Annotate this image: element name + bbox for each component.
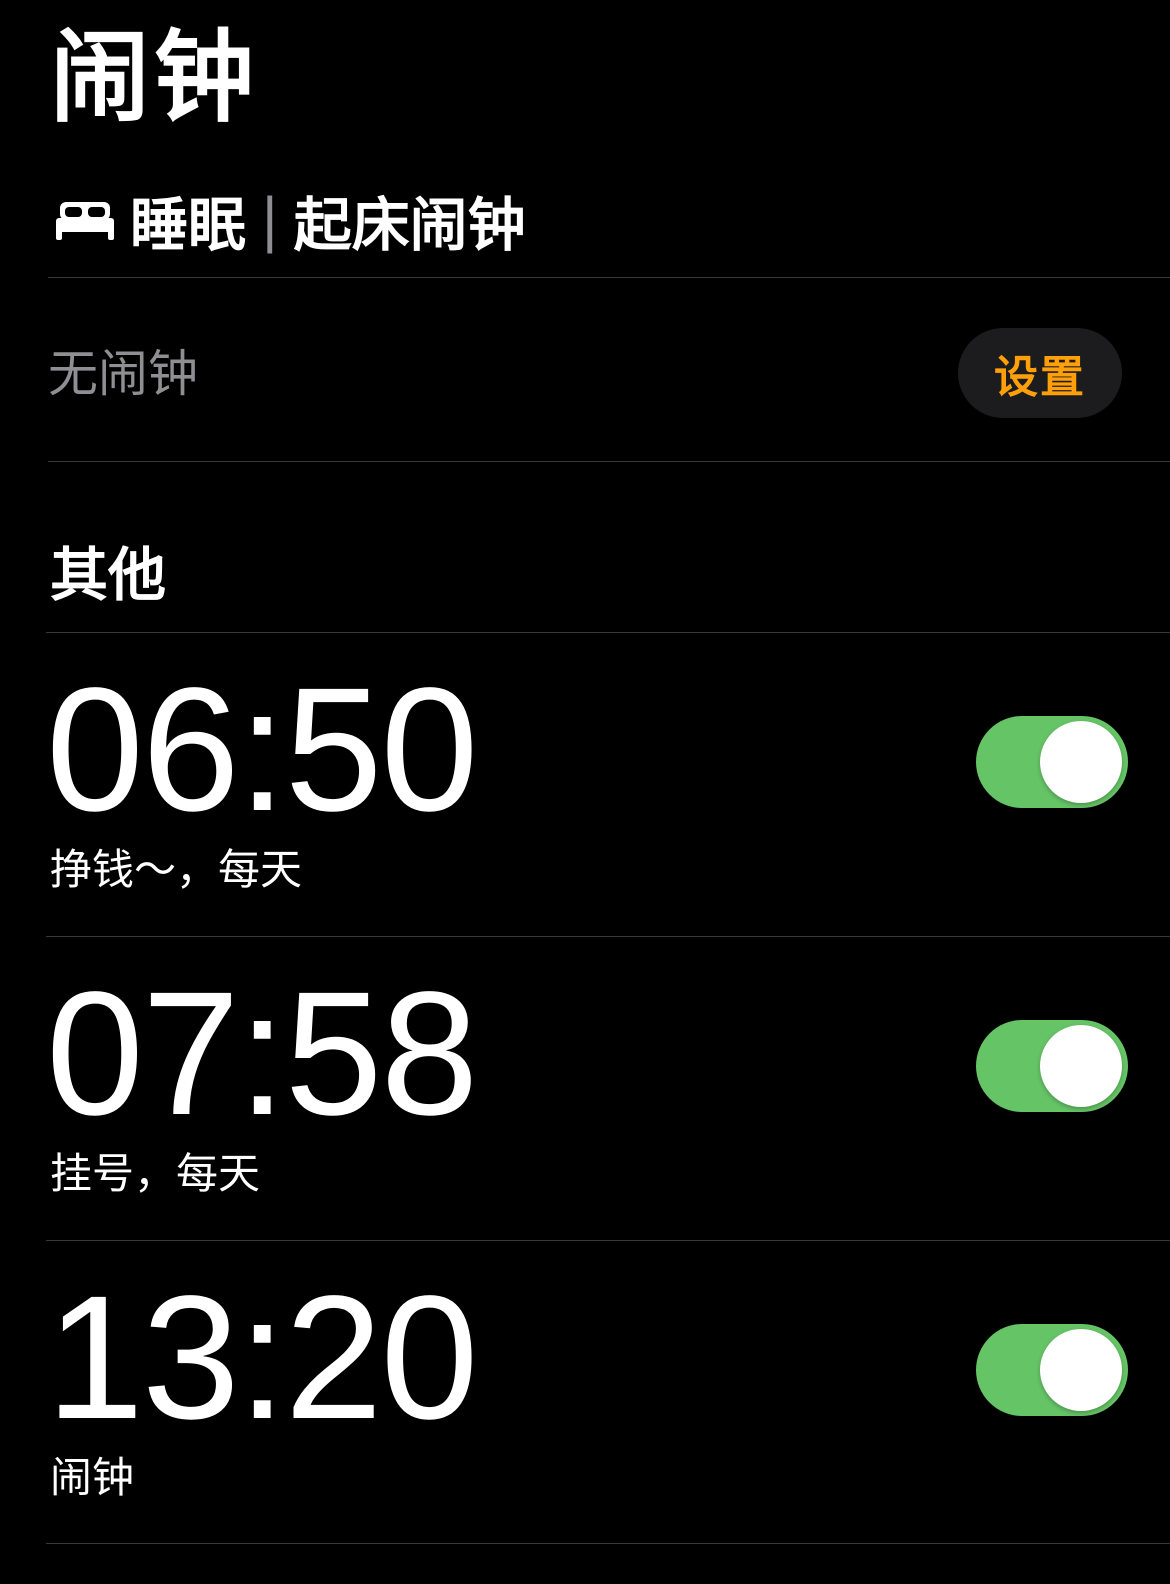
divider [46, 1543, 1170, 1544]
toggle-knob [1040, 1329, 1122, 1411]
bed-icon [56, 202, 114, 240]
divider [48, 277, 1170, 278]
alarm-toggle[interactable] [976, 1324, 1128, 1416]
alarm-label: 挂号，每天 [50, 1149, 261, 1198]
alarm-toggle[interactable] [976, 1020, 1128, 1112]
divider [48, 461, 1170, 462]
alarm-time: 07:58 [46, 956, 478, 1152]
alarm-label: 闹钟 [50, 1453, 135, 1502]
wake-alarm-label: 起床闹钟 [293, 191, 526, 259]
no-alarm-text: 无闹钟 [48, 345, 198, 403]
sleep-separator: | [260, 186, 280, 254]
alarm-toggle[interactable] [976, 716, 1128, 808]
alarm-row[interactable]: 13:20 闹钟 [46, 1240, 1170, 1546]
sleep-alarm-row: 无闹钟 设置 [48, 280, 1122, 466]
section-title-other: 其他 [50, 541, 167, 609]
set-button[interactable]: 设置 [958, 328, 1122, 418]
alarm-time: 06:50 [46, 652, 478, 848]
alarm-label: 挣钱～，每天 [50, 845, 303, 894]
toggle-knob [1040, 1025, 1122, 1107]
page-title: 闹钟 [50, 19, 258, 136]
alarm-row[interactable]: 06:50 挣钱～，每天 [46, 632, 1170, 938]
alarm-time: 13:20 [46, 1260, 478, 1456]
alarm-row[interactable]: 07:58 挂号，每天 [46, 936, 1170, 1242]
toggle-knob [1040, 721, 1122, 803]
sleep-label: 睡眠 [130, 191, 247, 259]
sleep-section-header: 睡眠 | 起床闹钟 [54, 182, 526, 259]
